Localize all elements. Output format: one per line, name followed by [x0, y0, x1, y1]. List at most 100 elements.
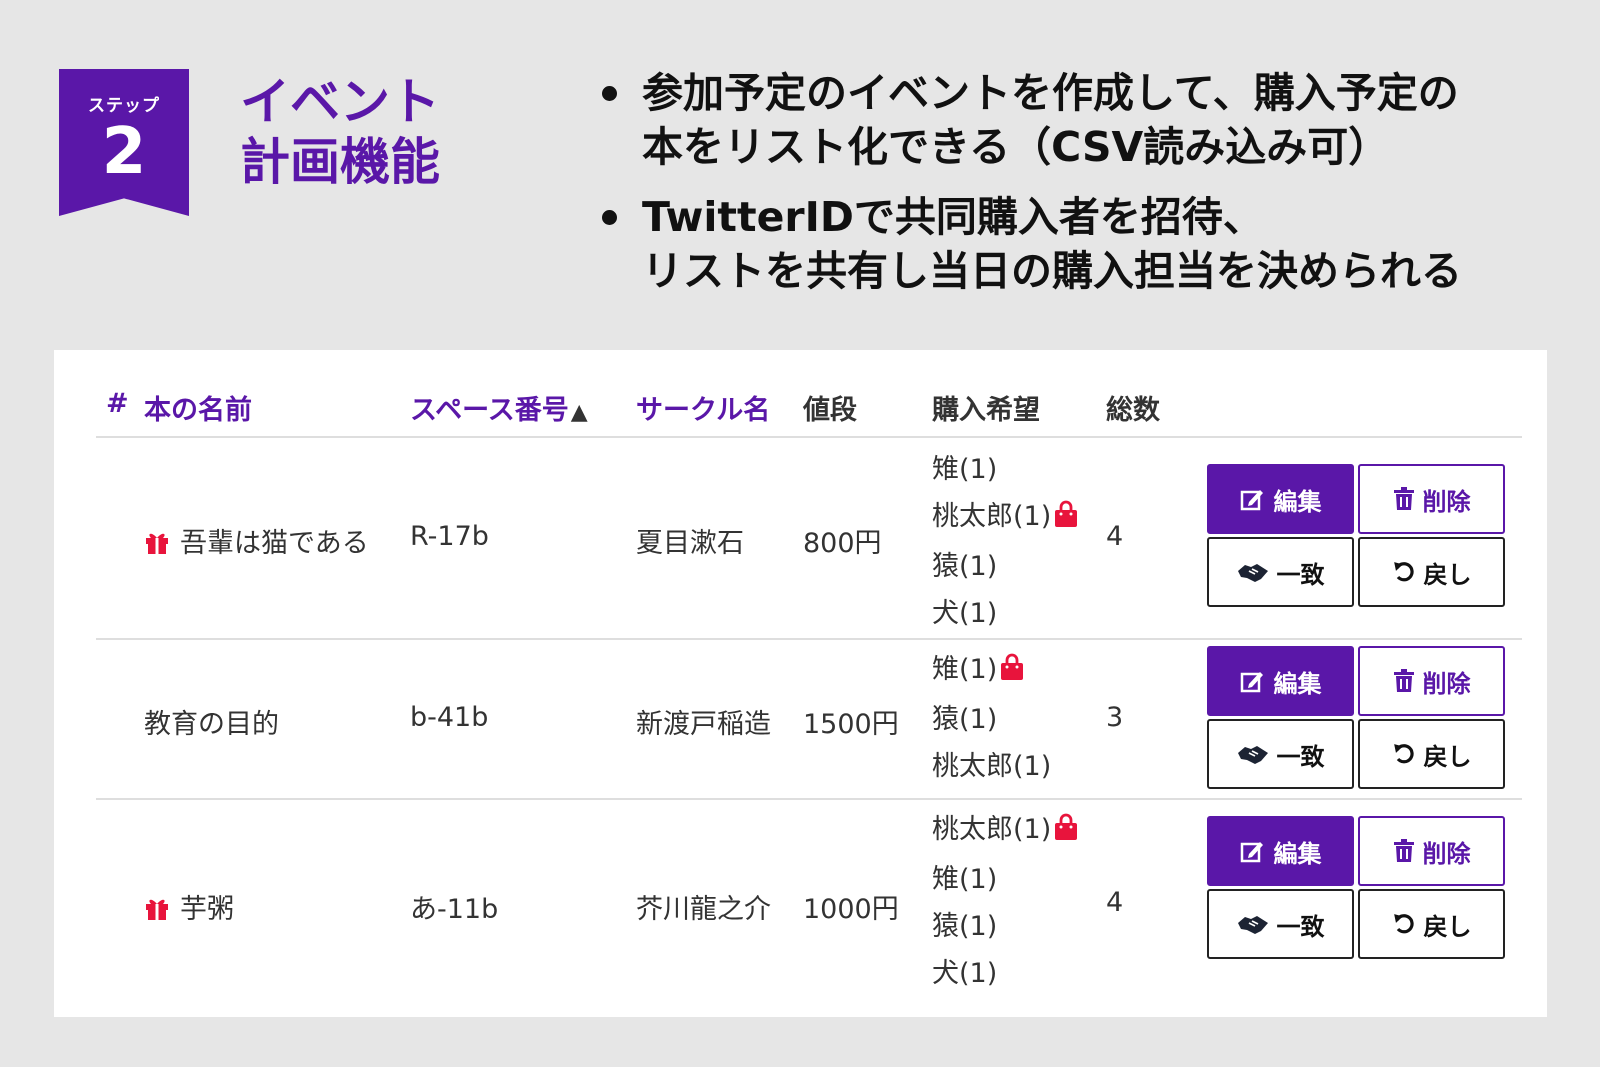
- feature-bullets: 参加予定のイベントを作成して、購入予定の 本をリスト化できる（CSV読み込み可）…: [600, 66, 1590, 314]
- wish-item: 猿(1): [932, 543, 1079, 590]
- row-actions: 編集 削除 一致 戻し: [1207, 816, 1505, 960]
- price: 1500円: [803, 709, 899, 740]
- total-count: 4: [1106, 521, 1124, 552]
- wish-text: 桃太郎(1): [932, 751, 1052, 782]
- wish-item: 雉(1): [932, 646, 1051, 696]
- wish-list: 雉(1) 桃太郎(1) 猿(1) 犬(1): [932, 446, 1079, 637]
- wish-item: 桃太郎(1): [932, 743, 1051, 790]
- shopping-bag-icon: [1053, 496, 1079, 543]
- gift-icon: [144, 529, 170, 562]
- edit-label: 編集: [1273, 487, 1322, 516]
- wish-item: 桃太郎(1): [932, 493, 1079, 543]
- edit-icon: [1240, 842, 1263, 863]
- wish-item: 雉(1): [932, 446, 1079, 493]
- match-label: 一致: [1276, 912, 1325, 941]
- row-actions: 編集 削除 一致 戻し: [1207, 464, 1505, 608]
- space-number: R-17b: [410, 521, 489, 552]
- edit-label: 編集: [1273, 839, 1322, 868]
- match-label: 一致: [1276, 742, 1325, 771]
- header-wishes: 購入希望: [932, 395, 1040, 426]
- undo-label: 戻し: [1423, 560, 1472, 589]
- match-button[interactable]: 一致: [1207, 889, 1354, 959]
- wish-text: 桃太郎(1): [932, 814, 1052, 845]
- undo-label: 戻し: [1423, 742, 1472, 771]
- table-row: 教育の目的 b-41b 新渡戸稲造 1500円 雉(1) 猿(1) 桃太郎(1) 3…: [96, 640, 1522, 800]
- edit-button[interactable]: 編集: [1207, 646, 1354, 716]
- match-label: 一致: [1276, 560, 1325, 589]
- table-row: 芋粥 あ-11b 芥川龍之介 1000円 桃太郎(1) 雉(1) 猿(1) 犬(1) …: [96, 800, 1522, 1008]
- header-total: 総数: [1106, 395, 1160, 426]
- wish-list: 雉(1) 猿(1) 桃太郎(1): [932, 646, 1051, 790]
- wish-text: 雉(1): [932, 454, 998, 485]
- trash-icon: [1393, 669, 1414, 692]
- circle-name: 夏目漱石: [636, 528, 744, 559]
- wish-text: 雉(1): [932, 654, 998, 685]
- wish-item: 犬(1): [932, 590, 1079, 637]
- space-number: b-41b: [410, 702, 489, 733]
- bullet-item: 参加予定のイベントを作成して、購入予定の 本をリスト化できる（CSV読み込み可）: [600, 66, 1590, 174]
- delete-button[interactable]: 削除: [1358, 464, 1505, 534]
- edit-button[interactable]: 編集: [1207, 816, 1354, 886]
- bullet-item: TwitterIDで共同購入者を招待、 リストを共有し当日の購入担当を決められる: [600, 190, 1590, 298]
- delete-button[interactable]: 削除: [1358, 646, 1505, 716]
- undo-icon: [1393, 744, 1414, 764]
- book-name-cell: 吾輩は猫である: [144, 521, 369, 562]
- wish-item: 猿(1): [932, 696, 1051, 743]
- edit-label: 編集: [1273, 669, 1322, 698]
- handshake-icon: [1237, 564, 1268, 582]
- shopping-bag-icon: [999, 649, 1025, 696]
- undo-button[interactable]: 戻し: [1358, 719, 1505, 789]
- match-button[interactable]: 一致: [1207, 719, 1354, 789]
- book-name-cell: 教育の目的: [144, 702, 279, 741]
- wish-text: 桃太郎(1): [932, 501, 1052, 532]
- table-header: # 本の名前 スペース番号▲ サークル名 値段 購入希望 総数: [96, 380, 1522, 438]
- delete-label: 削除: [1422, 839, 1471, 868]
- edit-icon: [1240, 672, 1263, 693]
- step-badge: ステップ 2: [59, 69, 189, 216]
- handshake-icon: [1237, 916, 1268, 934]
- feature-title-line2: 計画機能: [240, 133, 440, 191]
- wish-text: 猿(1): [932, 551, 998, 582]
- feature-title: イベント 計画機能: [240, 72, 440, 192]
- wish-item: 犬(1): [932, 950, 1079, 997]
- undo-icon: [1393, 562, 1414, 582]
- bullet-line: リストを共有し当日の購入担当を決められる: [642, 247, 1462, 295]
- space-number: あ-11b: [410, 894, 499, 925]
- event-table-panel: # 本の名前 スペース番号▲ サークル名 値段 購入希望 総数 吾輩は猫である …: [54, 350, 1547, 1017]
- header-space-number[interactable]: スペース番号▲: [410, 388, 588, 427]
- wish-list: 桃太郎(1) 雉(1) 猿(1) 犬(1): [932, 806, 1079, 997]
- total-count: 3: [1106, 702, 1124, 733]
- total-count: 4: [1106, 887, 1124, 918]
- shopping-bag-icon: [1053, 809, 1079, 856]
- header-book-name[interactable]: 本の名前: [144, 388, 252, 427]
- row-actions: 編集 削除 一致 戻し: [1207, 646, 1505, 790]
- step-label: ステップ: [88, 96, 160, 116]
- table-row: 吾輩は猫である R-17b 夏目漱石 800円 雉(1) 桃太郎(1) 猿(1) 犬(…: [96, 438, 1522, 640]
- match-button[interactable]: 一致: [1207, 537, 1354, 607]
- wish-item: 桃太郎(1): [932, 806, 1079, 856]
- delete-label: 削除: [1422, 669, 1471, 698]
- trash-icon: [1393, 839, 1414, 862]
- header-space-label: スペース番号: [410, 395, 569, 426]
- undo-button[interactable]: 戻し: [1358, 537, 1505, 607]
- edit-button[interactable]: 編集: [1207, 464, 1354, 534]
- circle-name: 芥川龍之介: [636, 894, 771, 925]
- header-price: 値段: [803, 395, 857, 426]
- undo-label: 戻し: [1423, 912, 1472, 941]
- wish-text: 雉(1): [932, 864, 998, 895]
- wish-text: 猿(1): [932, 704, 998, 735]
- trash-icon: [1393, 487, 1414, 510]
- price: 1000円: [803, 894, 899, 925]
- undo-button[interactable]: 戻し: [1358, 889, 1505, 959]
- header-index[interactable]: #: [106, 388, 129, 419]
- circle-name: 新渡戸稲造: [636, 709, 771, 740]
- price: 800円: [803, 528, 882, 559]
- bullet-line: 参加予定のイベントを作成して、購入予定の: [642, 69, 1459, 117]
- wish-text: 猿(1): [932, 911, 998, 942]
- wish-item: 猿(1): [932, 903, 1079, 950]
- book-name: 吾輩は猫である: [180, 528, 369, 559]
- header-circle-name[interactable]: サークル名: [636, 388, 770, 427]
- undo-icon: [1393, 914, 1414, 934]
- delete-button[interactable]: 削除: [1358, 816, 1505, 886]
- gift-icon: [144, 895, 170, 928]
